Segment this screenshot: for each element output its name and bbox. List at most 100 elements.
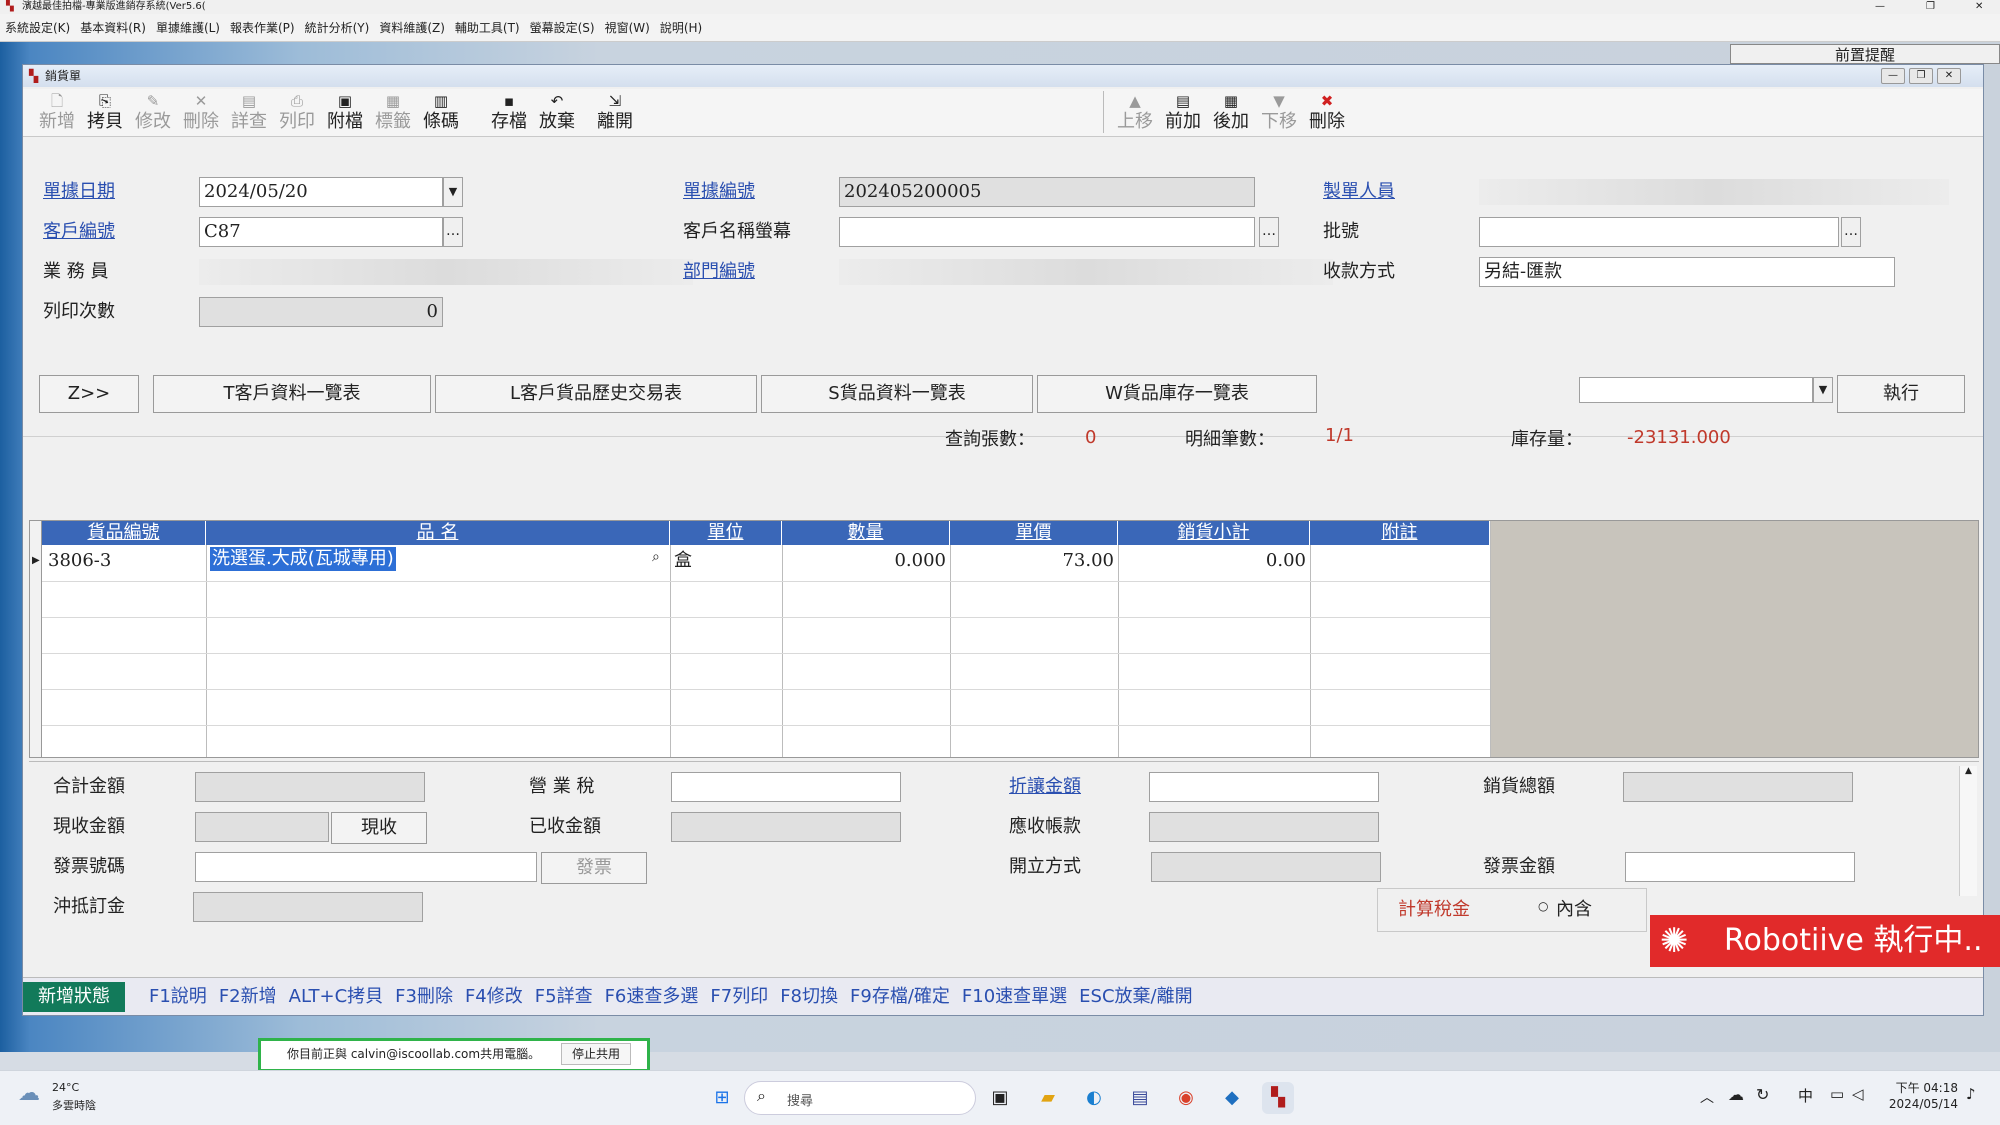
hotkey-f2[interactable]: F2新增: [219, 986, 277, 1007]
toolbar-discard-button[interactable]: ↶ 放棄: [533, 89, 581, 135]
customer-name-field[interactable]: [839, 217, 1255, 247]
restore-icon[interactable]: ❐: [1926, 0, 1935, 14]
file-explorer-icon[interactable]: ▰: [1032, 1082, 1064, 1114]
discount-label[interactable]: 折讓金額: [1009, 772, 1081, 802]
execute-select[interactable]: [1579, 377, 1813, 403]
hotkey-f6[interactable]: F6速查多選: [605, 986, 699, 1007]
execute-select-dropdown[interactable]: ▼: [1813, 377, 1833, 403]
received-now-button[interactable]: 現收: [331, 812, 427, 844]
doc-date-field[interactable]: 2024/05/20: [199, 177, 443, 207]
menu-reports[interactable]: 報表作業(P): [230, 21, 295, 35]
toolbar-new-button[interactable]: 🗋 新增: [33, 89, 81, 135]
invoice-amount-field[interactable]: [1625, 852, 1855, 882]
menu-data-maintenance[interactable]: 資料維護(Z): [379, 21, 445, 35]
toolbar-delete-button[interactable]: ✕ 刪除: [177, 89, 225, 135]
dept-label[interactable]: 部門編號: [683, 257, 755, 287]
weather-desc[interactable]: 多雲時陰: [52, 1097, 96, 1113]
task-view-icon[interactable]: ▣: [984, 1082, 1016, 1114]
chrome-icon[interactable]: ◉: [1170, 1082, 1202, 1114]
sync-icon[interactable]: ↻: [1756, 1085, 1769, 1104]
toolbar-detail-button[interactable]: ▤ 詳查: [225, 89, 273, 135]
toolbar-label-button[interactable]: ▦ 標籤: [369, 89, 417, 135]
doc-no-label[interactable]: 單據編號: [683, 177, 755, 207]
col-header-code[interactable]: 貨品編號: [42, 521, 206, 545]
start-icon[interactable]: ⊞: [706, 1082, 738, 1114]
minimize-icon[interactable]: —: [1875, 0, 1885, 14]
discount-field[interactable]: [1149, 772, 1379, 802]
store-icon[interactable]: ▤: [1124, 1082, 1156, 1114]
customer-history-button[interactable]: L客戶貨品歷史交易表: [435, 375, 757, 413]
scroll-up-icon[interactable]: ▲: [1965, 766, 1972, 776]
doc-date-label[interactable]: 單據日期: [43, 177, 115, 207]
hotkey-f1[interactable]: F1說明: [149, 986, 207, 1007]
toolbar-edit-button[interactable]: ✎ 修改: [129, 89, 177, 135]
hotkey-f3[interactable]: F3刪除: [395, 986, 453, 1007]
close-icon[interactable]: ✕: [1975, 0, 1983, 14]
toolbar-move-up-button[interactable]: ▲ 上移: [1111, 89, 1159, 135]
toolbar-print-button[interactable]: ⎙ 列印: [273, 89, 321, 135]
weather-temp[interactable]: 24°C: [52, 1081, 79, 1094]
network-icon[interactable]: ▭: [1830, 1085, 1844, 1103]
clock-time[interactable]: 下午 04:18: [1888, 1079, 1958, 1096]
window-minimize-button[interactable]: —: [1881, 68, 1905, 84]
col-header-unit[interactable]: 單位: [670, 521, 782, 545]
hotkey-esc[interactable]: ESC放棄/離開: [1079, 986, 1192, 1007]
notification-bell-icon[interactable]: ♪: [1966, 1085, 1976, 1103]
cell-unit[interactable]: 盒: [674, 547, 692, 575]
customer-lookup-button[interactable]: …: [443, 217, 463, 247]
cell-price[interactable]: 73.00: [950, 547, 1114, 575]
ime-indicator[interactable]: 中: [1798, 1085, 1813, 1106]
hotkey-f8[interactable]: F8切換: [780, 986, 838, 1007]
batch-lookup-button[interactable]: …: [1841, 217, 1861, 247]
cell-qty[interactable]: 0.000: [782, 547, 946, 575]
window-restore-button[interactable]: ❐: [1909, 68, 1933, 84]
salesperson-field[interactable]: [199, 259, 693, 285]
product-list-button[interactable]: S貨品資料一覽表: [761, 375, 1033, 413]
toolbar-insert-after-button[interactable]: ▦ 後加: [1207, 89, 1255, 135]
toolbar-exit-button[interactable]: ⇲ 離開: [591, 89, 639, 135]
toolbar-barcode-button[interactable]: ▥ 條碼: [417, 89, 465, 135]
menu-statistics[interactable]: 統計分析(Y): [305, 21, 370, 35]
taskbar-search[interactable]: ⌕ 搜尋: [744, 1081, 976, 1115]
hotkey-f10[interactable]: F10速查單選: [962, 986, 1067, 1007]
customer-no-label[interactable]: 客戶編號: [43, 217, 115, 247]
inventory-list-button[interactable]: W貨品庫存一覽表: [1037, 375, 1317, 413]
table-row[interactable]: ▶ 3806-3 洗選蛋.大成(瓦城專用) ⌕ 盒 0.000 73.00 0.…: [30, 545, 1490, 581]
doc-date-dropdown[interactable]: ▼: [443, 177, 463, 207]
binoculars-icon[interactable]: ⌕: [652, 549, 660, 565]
col-header-qty[interactable]: 數量: [782, 521, 950, 545]
payment-method-field[interactable]: 另結-匯款: [1479, 257, 1895, 287]
col-header-name[interactable]: 品 名: [206, 521, 670, 545]
customer-list-button[interactable]: T客戶資料一覽表: [153, 375, 431, 413]
onedrive-icon[interactable]: ☁: [1728, 1085, 1744, 1104]
vscode-icon[interactable]: ◆: [1216, 1082, 1248, 1114]
dept-field[interactable]: [839, 259, 1333, 285]
tray-chevron-up-icon[interactable]: ︿: [1700, 1087, 1714, 1107]
col-header-subtotal[interactable]: 銷貨小計: [1118, 521, 1310, 545]
creator-label[interactable]: 製單人員: [1323, 177, 1395, 207]
toolbar-move-down-button[interactable]: ▼ 下移: [1255, 89, 1303, 135]
customer-name-lookup-button[interactable]: …: [1259, 217, 1279, 247]
edge-icon[interactable]: ◐: [1078, 1082, 1110, 1114]
tax-field[interactable]: [671, 772, 901, 802]
col-header-note[interactable]: 附註: [1310, 521, 1490, 545]
erp-app-icon[interactable]: ▚: [1262, 1082, 1294, 1114]
toolbar-copy-button[interactable]: ⎘ 拷貝: [81, 89, 129, 135]
totals-scrollbar[interactable]: ▲: [1959, 766, 1977, 896]
menu-help[interactable]: 說明(H): [660, 21, 702, 35]
hotkey-f4[interactable]: F4修改: [465, 986, 523, 1007]
cell-code[interactable]: 3806-3: [48, 547, 111, 575]
hotkey-alt-c[interactable]: ALT+C拷貝: [289, 986, 384, 1007]
cell-name[interactable]: 洗選蛋.大成(瓦城專用): [210, 547, 396, 571]
hotkey-f5[interactable]: F5詳查: [535, 986, 593, 1007]
col-header-price[interactable]: 單價: [950, 521, 1118, 545]
toolbar-attachment-button[interactable]: ▣ 附檔: [321, 89, 369, 135]
tax-included-radio[interactable]: ○: [1538, 899, 1548, 913]
reminder-tab[interactable]: 前置提醒: [1730, 44, 2000, 64]
clock-date[interactable]: 2024/05/14: [1888, 1097, 1958, 1111]
batch-field[interactable]: [1479, 217, 1839, 247]
toolbar-insert-before-button[interactable]: ▤ 前加: [1159, 89, 1207, 135]
menu-screen-settings[interactable]: 螢幕設定(S): [530, 21, 595, 35]
invoice-no-field[interactable]: [195, 852, 537, 882]
hotkey-f7[interactable]: F7列印: [710, 986, 768, 1007]
